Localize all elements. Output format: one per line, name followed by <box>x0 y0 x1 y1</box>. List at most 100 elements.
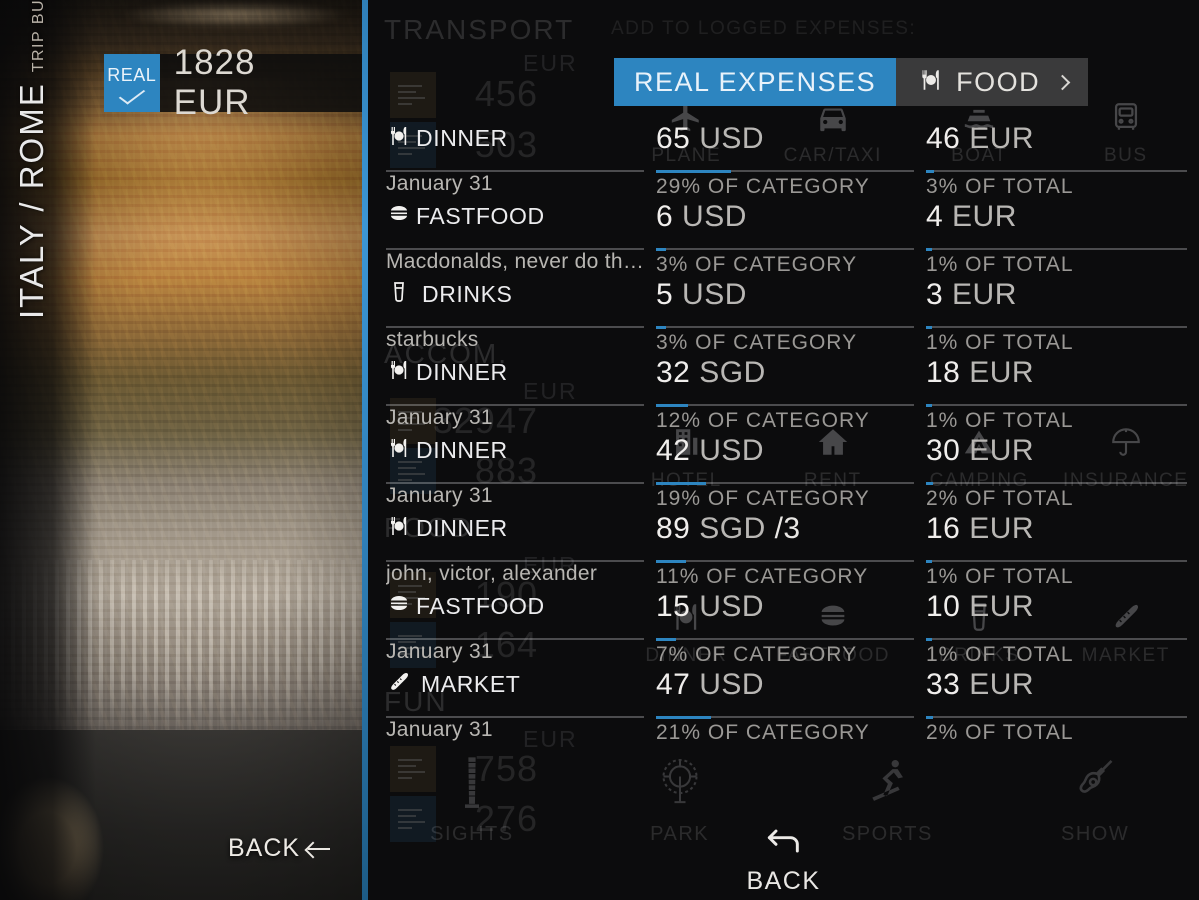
expense-category-label: DINNER <box>416 125 508 151</box>
cutlery-icon <box>916 67 946 98</box>
burger-icon <box>386 202 412 231</box>
tab-category-label: FOOD <box>956 66 1041 97</box>
expense-amount-unit: SGD <box>699 512 766 545</box>
category-progress-fill <box>656 638 676 641</box>
expense-pct-total: 2% OF TOTAL <box>926 721 1074 744</box>
expense-category: FASTFOOD <box>386 592 545 621</box>
expense-converted-value: 33 <box>926 668 961 701</box>
cutlery-icon <box>386 436 412 465</box>
expense-converted: 18 EUR <box>926 356 1034 390</box>
expense-converted-unit: EUR <box>969 356 1035 389</box>
expense-list: DINNER 65 USD 46 EUR January 31 29% OF C… <box>368 120 1199 744</box>
expense-category: DINNER <box>386 124 508 153</box>
expense-category: DINNER <box>386 358 508 387</box>
expense-converted-value: 3 <box>926 278 944 311</box>
expense-pct-total: 3% OF TOTAL <box>926 175 1074 198</box>
expense-category-label: DRINKS <box>422 281 513 307</box>
expense-row[interactable]: MARKET 47 USD 33 EUR January 31 21% OF C… <box>368 666 1199 744</box>
expense-note: January 31 <box>386 484 493 507</box>
trip-budget-app: ITALY / ROME TRIP BUDGET BETA REAL 1828 … <box>0 0 1199 900</box>
expense-row[interactable]: DRINKS 5 USD 3 EUR starbucks 3% OF CATEG… <box>368 276 1199 354</box>
cutlery-icon <box>386 124 412 153</box>
expense-amount-unit: SGD <box>699 356 766 389</box>
expense-note: January 31 <box>386 640 493 663</box>
expense-pct-total: 2% OF TOTAL <box>926 487 1074 510</box>
row-rule <box>656 404 914 406</box>
expense-amount: 65 USD <box>656 122 764 156</box>
arrow-left-icon <box>764 828 804 863</box>
expense-category: FASTFOOD <box>386 202 545 231</box>
expense-converted: 16 EUR <box>926 512 1034 546</box>
back-label-left: BACK <box>228 834 301 862</box>
expense-converted-unit: EUR <box>952 200 1017 233</box>
expense-amount-value: 15 <box>656 590 691 623</box>
expense-pct-total: 1% OF TOTAL <box>926 331 1074 354</box>
expense-row[interactable]: DINNER 89 SGD /3 16 EUR john, victor, al… <box>368 510 1199 588</box>
beer-icon <box>386 280 412 309</box>
tab-real-expenses-label: REAL EXPENSES <box>634 66 877 97</box>
expense-amount-unit: USD <box>699 434 765 467</box>
expense-amount-value: 6 <box>656 200 674 233</box>
expense-category: DINNER <box>386 436 508 465</box>
burger-icon <box>386 592 412 621</box>
expense-amount: 5 USD <box>656 278 747 312</box>
cutlery-icon <box>386 514 412 543</box>
chevron-right-icon <box>1054 74 1071 90</box>
expense-amount: 32 SGD <box>656 356 766 390</box>
expense-amount-unit: USD <box>682 278 747 311</box>
expense-pct-category: 7% OF CATEGORY <box>656 643 858 666</box>
expense-category-label: DINNER <box>416 437 508 463</box>
total-progress-fill <box>926 170 934 173</box>
expense-amount: 42 USD <box>656 434 764 468</box>
expense-row[interactable]: DINNER 42 USD 30 EUR January 31 19% OF C… <box>368 432 1199 510</box>
cutlery-icon <box>386 358 412 387</box>
tab-real-expenses[interactable]: REAL EXPENSES <box>614 58 897 106</box>
expense-row[interactable]: FASTFOOD 15 USD 10 EUR January 31 7% OF … <box>368 588 1199 666</box>
expense-pct-total: 1% OF TOTAL <box>926 643 1074 666</box>
expense-pct-category: 19% OF CATEGORY <box>656 487 870 510</box>
expense-row[interactable]: DINNER 32 SGD 18 EUR January 31 12% OF C… <box>368 354 1199 432</box>
category-progress-fill <box>656 326 666 329</box>
back-button-left[interactable]: BACK <box>228 834 331 863</box>
ghost-category-name: TRANSPORT <box>384 14 575 45</box>
tab-category-food[interactable]: FOOD <box>896 58 1089 106</box>
back-label-right: BACK <box>746 867 821 895</box>
expense-converted: 33 EUR <box>926 668 1034 702</box>
expense-row[interactable]: DINNER 65 USD 46 EUR January 31 29% OF C… <box>368 120 1199 198</box>
guitar-icon <box>1073 754 1117 815</box>
expense-converted-value: 16 <box>926 512 961 545</box>
expense-converted: 4 EUR <box>926 200 1017 234</box>
expense-row[interactable]: FASTFOOD 6 USD 4 EUR Macdonalds, never d… <box>368 198 1199 276</box>
row-rule <box>656 326 914 328</box>
expense-amount-value: 65 <box>656 122 691 155</box>
category-progress-fill <box>656 170 731 173</box>
total-progress-fill <box>926 560 932 563</box>
expense-converted-unit: EUR <box>952 278 1017 311</box>
expense-converted: 10 EUR <box>926 590 1034 624</box>
expense-converted: 46 EUR <box>926 122 1034 156</box>
ghost-planned-amount: 456 <box>474 73 538 114</box>
row-rule <box>926 482 1187 484</box>
mode-selector-real[interactable]: REAL <box>104 54 160 112</box>
row-rule <box>926 248 1187 250</box>
expense-amount: 15 USD <box>656 590 764 624</box>
row-rule <box>926 404 1187 406</box>
expense-category-label: DINNER <box>416 359 508 385</box>
ferris-wheel-icon <box>658 754 702 815</box>
expense-converted-unit: EUR <box>969 122 1035 155</box>
expense-amount-value: 42 <box>656 434 691 467</box>
row-rule <box>656 638 914 640</box>
row-rule <box>926 638 1187 640</box>
expense-amount-unit: USD <box>682 200 747 233</box>
expense-pct-category: 21% OF CATEGORY <box>656 721 870 744</box>
expenses-panel: ADD TO LOGGED EXPENSES: TRANSPORT EUR 45… <box>368 0 1199 900</box>
back-button-right[interactable]: BACK <box>368 828 1199 896</box>
row-rule <box>656 560 914 562</box>
expense-category: DINNER <box>386 514 508 543</box>
ghost-currency: EUR <box>523 50 578 76</box>
expense-category-label: MARKET <box>421 671 521 697</box>
expense-amount-unit: USD <box>699 668 765 701</box>
expense-converted-value: 4 <box>926 200 944 233</box>
expense-note: john, victor, alexander <box>386 562 598 585</box>
category-progress-fill <box>656 716 711 719</box>
